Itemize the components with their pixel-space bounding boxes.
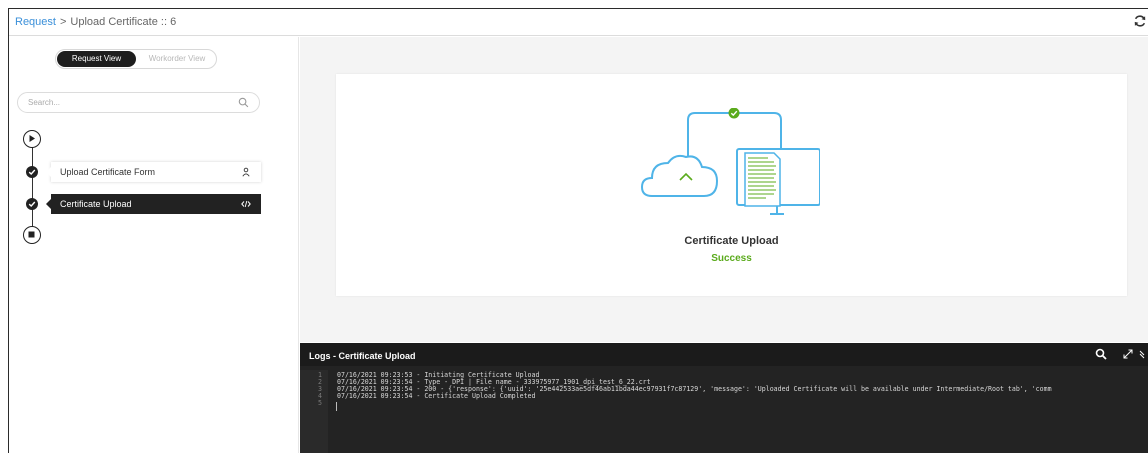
app-frame: Request > Upload Certificate :: 6 Request … <box>8 8 1148 453</box>
workorder-view-button[interactable]: Workorder View <box>139 51 215 67</box>
stop-icon <box>28 231 35 238</box>
log-line-number: 5 <box>318 399 322 407</box>
header-bar: Request > Upload Certificate :: 6 <box>9 9 1148 36</box>
play-icon <box>29 135 35 142</box>
breadcrumb-current: Upload Certificate :: 6 <box>70 16 177 28</box>
logs-console[interactable]: 1 07/16/2021 09:23:53 - Initiating Certi… <box>300 370 1148 453</box>
text-cursor <box>336 402 337 411</box>
request-view-button[interactable]: Request View <box>57 51 136 67</box>
main-content: Certificate Upload Success <box>300 37 1148 342</box>
logs-expand-icon[interactable] <box>1122 348 1134 360</box>
flow-step-label: Certificate Upload <box>60 199 132 209</box>
breadcrumb-request-link[interactable]: Request <box>15 16 56 28</box>
code-icon <box>241 200 251 208</box>
flow-end-node[interactable] <box>23 226 41 244</box>
flow-step-certificate-upload[interactable]: Certificate Upload <box>46 194 261 214</box>
flow-connector-line <box>32 141 33 227</box>
flow-step-label: Upload Certificate Form <box>60 167 156 177</box>
status-card-status: Success <box>711 253 752 264</box>
logs-panel: Logs - Certificate Upload 1 07/16/2021 0… <box>300 343 1148 453</box>
log-line-text: 07/16/2021 09:23:54 - Certificate Upload… <box>337 392 536 400</box>
breadcrumb-separator: > <box>59 16 67 28</box>
logs-collapse-icon[interactable] <box>1138 348 1148 360</box>
cloud-upload-illustration <box>640 108 820 215</box>
step-complete-icon <box>26 166 38 178</box>
status-card-title: Certificate Upload <box>684 235 779 247</box>
view-toggle: Request View Workorder View <box>55 49 217 69</box>
workflow-sidebar: Request View Workorder View Upload Certi… <box>9 37 299 453</box>
status-card: Certificate Upload Success <box>336 74 1127 296</box>
logs-header: Logs - Certificate Upload <box>300 343 1148 366</box>
refresh-icon[interactable] <box>1133 14 1147 28</box>
search-icon[interactable] <box>238 97 249 108</box>
logs-title: Logs - Certificate Upload <box>309 351 416 361</box>
breadcrumb: Request > Upload Certificate :: 6 <box>15 16 176 28</box>
step-complete-icon <box>26 198 38 210</box>
search-box <box>17 92 260 113</box>
search-input[interactable] <box>28 95 228 110</box>
user-icon <box>242 167 250 177</box>
flow-step-upload-certificate-form[interactable]: Upload Certificate Form <box>46 162 261 182</box>
logs-search-icon[interactable] <box>1095 348 1107 360</box>
flow-start-node[interactable] <box>23 130 41 148</box>
